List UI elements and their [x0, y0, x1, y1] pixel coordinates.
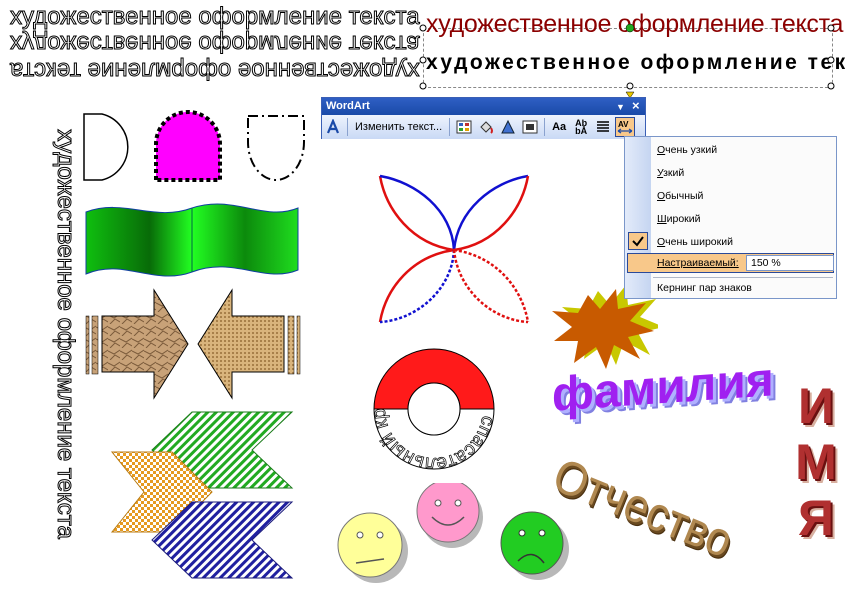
selection-handles[interactable]	[418, 20, 838, 100]
wrapping-icon	[522, 120, 538, 134]
menu-item-custom-label[interactable]: Настраиваемый:	[657, 257, 739, 269]
green-wave-banner[interactable]	[84, 200, 304, 282]
wordart-gallery-button[interactable]	[454, 117, 474, 137]
menu-item-normal[interactable]: Обычный	[657, 190, 703, 202]
toolbar-separator	[544, 118, 546, 136]
insert-wordart-button[interactable]	[323, 117, 343, 137]
alignment-button[interactable]	[593, 117, 613, 137]
format-wordart-button[interactable]	[476, 117, 496, 137]
menu-icon-strip	[625, 137, 651, 298]
edit-text-button[interactable]: Изменить текст...	[351, 117, 446, 137]
wordart-a-icon	[326, 119, 340, 134]
shield-shape	[247, 115, 305, 181]
align-lines-icon	[597, 121, 610, 132]
toolbar-buttons-row: Изменить текст... Aa Ab bÅ AV	[322, 115, 645, 139]
toolbar-options-arrow-icon[interactable]: ▼	[616, 99, 625, 116]
pink-smiley	[416, 483, 480, 543]
custom-spacing-input[interactable]: 150 %	[746, 255, 834, 271]
toolbar-separator	[347, 118, 348, 136]
smiley-faces[interactable]	[332, 483, 572, 595]
textured-arrows[interactable]	[84, 288, 304, 400]
character-spacing-icon: AV	[617, 120, 633, 134]
name-letter: И	[798, 378, 834, 434]
svg-text:AV: AV	[618, 120, 629, 129]
toolbar-separator	[449, 118, 451, 136]
menu-item-very-loose[interactable]: Очень широкий	[657, 236, 733, 248]
toolbar-title-bar[interactable]: WordArt ▼ ×	[322, 98, 645, 115]
arrow-right-shape	[101, 288, 189, 400]
green-smiley	[500, 511, 564, 575]
text-wrapping-button[interactable]	[520, 117, 540, 137]
lifebuoy-ring[interactable]: спасательный круг	[370, 345, 498, 473]
menu-separator	[653, 277, 833, 278]
wordart-name[interactable]: И М Я	[790, 378, 842, 546]
wordart-text-rotated[interactable]: художественное оформление текста	[10, 57, 421, 85]
wordart-patronymic[interactable]: Отчество	[545, 448, 740, 569]
menu-item-loose[interactable]: Широкий	[657, 213, 701, 225]
basic-shapes[interactable]	[80, 108, 310, 186]
vertical-text-button[interactable]: Ab bÅ	[571, 117, 591, 137]
chevron-shapes[interactable]	[108, 408, 298, 588]
checkmark-icon	[628, 232, 648, 250]
petal-curves[interactable]	[372, 170, 540, 330]
toolbar-title: WordArt	[326, 100, 370, 112]
delay-shape	[83, 113, 129, 181]
name-letter: Я	[798, 490, 834, 546]
letter-heights-icon: Aa	[552, 121, 567, 133]
menu-item-tight[interactable]: Узкий	[657, 167, 684, 179]
name-letter: М	[795, 434, 837, 490]
gallery-icon	[456, 120, 472, 134]
menu-item-very-tight[interactable]: Очень узкий	[657, 144, 717, 156]
wordart-text-flipped-vertical[interactable]: художественное оформление текста	[10, 30, 421, 58]
arrow-left-shape	[197, 288, 285, 400]
vertical-text-icon: Ab bÅ	[575, 118, 588, 136]
wordart-text-vertical-down[interactable]: художественное оформление текста	[51, 129, 79, 540]
shape-a-icon	[501, 119, 515, 134]
same-letter-heights-button[interactable]: Aa	[549, 117, 569, 137]
character-spacing-menu: Очень узкий Узкий Обычный Широкий Очень …	[624, 136, 837, 299]
toolbar-close-icon[interactable]: ×	[632, 97, 640, 114]
character-spacing-button[interactable]: AV	[615, 117, 636, 137]
wordart-toolbar[interactable]: WordArt ▼ × Изменить текст... Aa Ab bÅ A…	[321, 97, 646, 139]
magenta-arch-shape	[154, 110, 222, 182]
yellow-smiley	[337, 512, 403, 578]
wordart-shape-button[interactable]	[498, 117, 518, 137]
paint-bucket-icon	[480, 121, 494, 134]
wordart-text-normal[interactable]: художественное оформление текста	[10, 4, 421, 29]
menu-item-kerning[interactable]: Кернинг пар знаков	[657, 282, 752, 294]
